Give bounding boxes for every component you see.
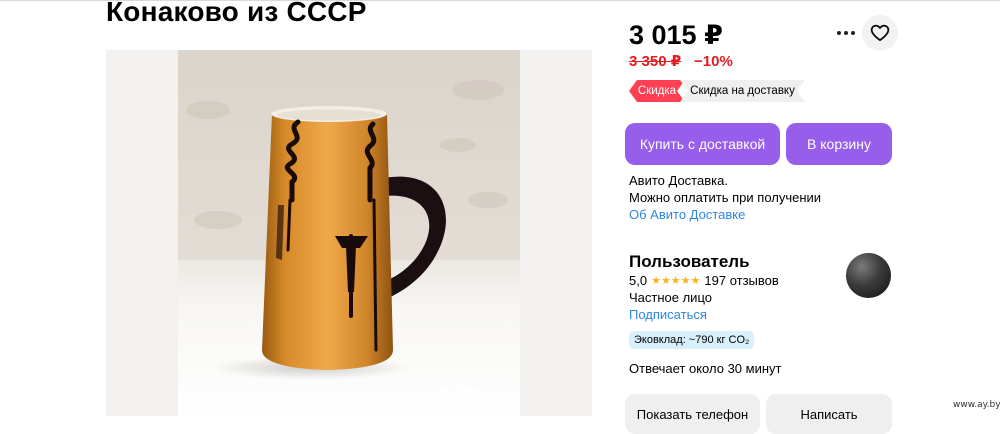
response-time: Отвечает около 30 минут	[629, 361, 782, 376]
discount-percent: −10%	[694, 53, 733, 70]
delivery-info-line1: Авито Доставка.	[629, 173, 728, 188]
current-price: 3 015 ₽	[629, 20, 723, 50]
seller-type: Частное лицо	[629, 290, 712, 305]
delivery-info-line2: Можно оплатить при получении	[629, 190, 822, 205]
add-to-cart-button[interactable]: В корзину	[786, 123, 892, 165]
buy-with-delivery-button[interactable]: Купить с доставкой	[625, 123, 780, 165]
photo-gallery[interactable]: Avito	[106, 50, 592, 416]
photo-watermark: Avito	[438, 384, 485, 404]
rating-value: 5,0	[629, 273, 648, 288]
delivery-discount-badge: Скидка на доставку	[680, 80, 805, 102]
listing-title: Конаково из СССР	[106, 0, 367, 27]
site-watermark: www.ay.by	[953, 400, 1000, 410]
seller-avatar[interactable]	[846, 253, 891, 298]
sale-badge: Скидка	[629, 80, 685, 102]
reviews-count: 197 отзывов	[704, 273, 779, 288]
product-photo[interactable]	[178, 50, 520, 416]
favorite-button[interactable]	[862, 15, 898, 51]
old-price: 3 350 ₽	[629, 53, 682, 70]
seller-rating[interactable]: 5,0 ★★★★★ 197 отзывов	[629, 272, 779, 290]
show-phone-button[interactable]: Показать телефон	[625, 394, 760, 434]
more-dots-icon	[837, 31, 841, 35]
subscribe-link[interactable]: Подписаться	[629, 306, 707, 324]
avito-logo-icon	[424, 388, 436, 402]
write-message-button[interactable]: Написать	[766, 394, 892, 434]
mug-illustration	[178, 50, 520, 380]
heart-icon	[870, 24, 890, 41]
seller-name[interactable]: Пользователь	[629, 251, 750, 273]
more-options-button[interactable]	[832, 22, 862, 44]
rating-stars-icon: ★★★★★	[651, 275, 701, 287]
eco-contribution-badge[interactable]: Эковклад: ~790 кг CO₂	[629, 331, 755, 349]
about-delivery-link[interactable]: Об Авито Доставке	[629, 206, 745, 224]
